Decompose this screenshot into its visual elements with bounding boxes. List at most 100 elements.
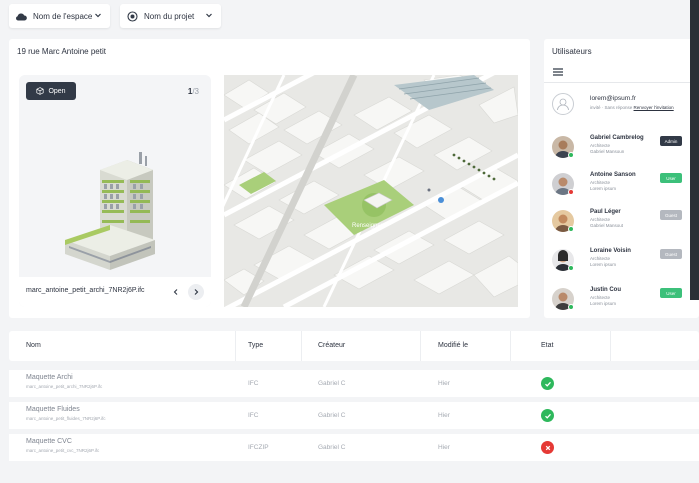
status-dot <box>568 265 574 271</box>
project-panel: 19 rue Marc Antoine petit Open 1/3 marc_… <box>9 39 530 318</box>
status-ok-icon <box>541 377 554 390</box>
space-dropdown-label: Nom de l'espace <box>33 11 93 21</box>
open-button-label: Open <box>48 87 66 95</box>
table-row[interactable]: Maquette Archi marc_antoine_petit_archi_… <box>9 370 699 397</box>
column-header-creator[interactable]: Créateur <box>318 342 345 349</box>
file-creator: Gabriel C <box>318 412 346 419</box>
chevron-right-icon <box>194 289 199 295</box>
role-badge[interactable]: Admin <box>660 136 682 146</box>
user-row[interactable]: Loraine Voisin Architecte Lorem ipsum Gu… <box>552 246 699 276</box>
file-creator: Gabriel C <box>318 380 346 387</box>
file-modified: Hier <box>438 444 450 451</box>
user-name: Gabriel Cambrelog <box>590 135 644 141</box>
user-row[interactable]: Justin Cou Architecte Lorem ipsum User <box>552 285 699 315</box>
user-name: Justin Cou <box>590 287 621 293</box>
column-divider <box>420 331 421 361</box>
file-name: marc_antoine_petit_archi_7NR2j6P.ifc <box>26 384 103 389</box>
chevron-left-icon <box>173 289 178 295</box>
user-row[interactable]: Gabriel Cambrelog Architecte Gabriel Man… <box>552 133 699 163</box>
role-badge[interactable]: Guest <box>660 210 682 220</box>
status-dot <box>568 189 574 195</box>
building-3d-model[interactable] <box>55 130 185 280</box>
city-map[interactable]: Renseigner <box>224 75 518 307</box>
user-role: Architecte <box>590 217 611 222</box>
divider <box>544 82 699 83</box>
space-dropdown[interactable]: Nom de l'espace <box>9 4 110 28</box>
cloud-icon <box>15 10 27 22</box>
invite-status: invité · Sans réponse Renvoyer l'invitat… <box>590 105 674 110</box>
project-dropdown[interactable]: Nom du projet <box>120 4 221 28</box>
open-button[interactable]: Open <box>26 82 76 100</box>
user-role: Architecte <box>590 143 611 148</box>
role-badge[interactable]: User <box>660 288 682 298</box>
map-label: Renseigner <box>352 223 383 229</box>
column-header-type[interactable]: Type <box>248 342 263 349</box>
column-header-modified[interactable]: Modifié le <box>438 342 468 349</box>
user-company: Gabriel Mansoun <box>590 149 625 154</box>
pending-invite: lorem@ipsum.fr invité · Sans réponse Ren… <box>552 91 699 121</box>
users-panel: Utilisateurs lorem@ipsum.fr invité · San… <box>544 39 699 318</box>
column-divider <box>510 331 511 361</box>
column-divider <box>301 331 302 361</box>
user-name: Loraine Voisin <box>590 248 631 254</box>
file-type: IFC <box>248 412 259 419</box>
file-type: IFCZIP <box>248 444 269 451</box>
model-file-name: marc_antoine_petit_archi_7NR2j6P.ifc <box>26 287 145 294</box>
pager-total: /3 <box>192 87 199 96</box>
file-name: marc_antoine_petit_fluides_7NR2j6P.ifc <box>26 416 106 421</box>
chevron-down-icon <box>206 13 212 18</box>
model-viewer-card: Open 1/3 marc_antoine_petit_archi_7NR2j6… <box>19 75 211 307</box>
status-dot <box>568 304 574 310</box>
previous-model-button[interactable] <box>169 285 183 299</box>
column-header-state[interactable]: Etat <box>541 342 553 349</box>
files-table: Nom Type Créateur Modifié le Etat Maquet… <box>9 331 699 466</box>
column-divider <box>610 331 611 361</box>
file-title: Maquette Archi <box>26 374 73 381</box>
column-header-name[interactable]: Nom <box>26 342 41 349</box>
user-row[interactable]: Antoine Sanson Architecte Lorem ipsum Us… <box>552 170 699 200</box>
status-dot <box>568 152 574 158</box>
table-header: Nom Type Créateur Modifié le Etat <box>9 331 699 361</box>
user-company: Gabriel Mansout <box>590 223 624 228</box>
user-placeholder-icon <box>552 93 574 115</box>
status-ok-icon <box>541 409 554 422</box>
user-row[interactable]: Paul Léger Architecte Gabriel Mansout Gu… <box>552 207 699 237</box>
chevron-down-icon <box>95 13 101 18</box>
target-icon <box>126 10 138 22</box>
status-dot <box>568 226 574 232</box>
file-title: Maquette Fluides <box>26 406 80 413</box>
file-type: IFC <box>248 380 259 387</box>
user-name: Antoine Sanson <box>590 172 636 178</box>
user-name: Paul Léger <box>590 209 621 215</box>
model-pager: 1/3 <box>188 87 199 96</box>
role-badge[interactable]: Guest <box>660 249 682 259</box>
user-role: Architecte <box>590 295 611 300</box>
resend-invite-link[interactable]: Renvoyer l'invitation <box>634 105 674 110</box>
model-footer: marc_antoine_petit_archi_7NR2j6P.ifc <box>19 277 211 307</box>
project-dropdown-label: Nom du projet <box>144 11 195 21</box>
status-error-icon <box>541 441 554 454</box>
user-role: Architecte <box>590 180 611 185</box>
role-badge[interactable]: User <box>660 173 682 183</box>
user-company: Lorem ipsum <box>590 301 617 306</box>
file-creator: Gabriel C <box>318 444 346 451</box>
side-drawer-edge <box>690 0 699 300</box>
cube-icon <box>36 87 44 95</box>
user-company: Lorem ipsum <box>590 186 617 191</box>
file-title: Maquette CVC <box>26 438 72 445</box>
file-modified: Hier <box>438 412 450 419</box>
users-title: Utilisateurs <box>552 47 592 56</box>
file-name: marc_antoine_petit_cvc_7NR2j6P.ifc <box>26 448 100 453</box>
table-row[interactable]: Maquette CVC marc_antoine_petit_cvc_7NR2… <box>9 434 699 461</box>
top-bar: Nom de l'espace Nom du projet <box>0 0 699 36</box>
project-title: 19 rue Marc Antoine petit <box>17 47 106 56</box>
menu-icon[interactable] <box>552 67 564 77</box>
user-company: Lorem ipsum <box>590 262 617 267</box>
invite-email: lorem@ipsum.fr <box>590 95 636 102</box>
column-divider <box>235 331 236 361</box>
user-role: Architecte <box>590 256 611 261</box>
invite-status-text: invité · Sans réponse <box>590 105 633 110</box>
table-row[interactable]: Maquette Fluides marc_antoine_petit_flui… <box>9 402 699 429</box>
next-model-button[interactable] <box>188 284 204 300</box>
file-modified: Hier <box>438 380 450 387</box>
